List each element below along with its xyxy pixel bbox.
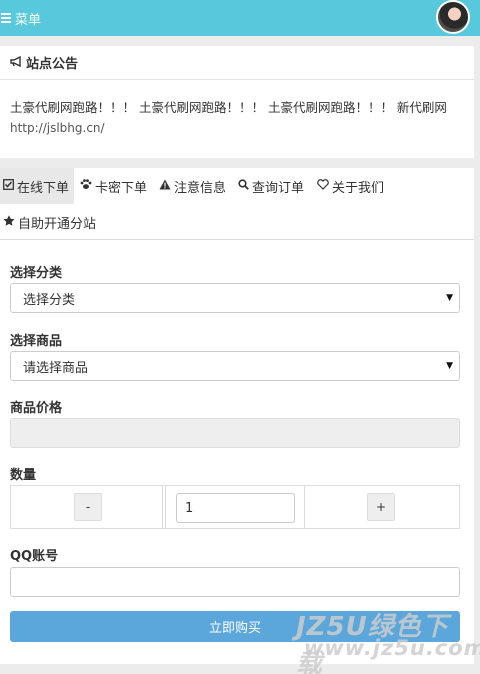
tab-bar: 在线下单 卡密下单 注意信息 查询订单 关于我们 自助开通分站 [0,168,474,240]
price-label: 商品价格 [10,401,63,416]
tab-label: 卡密下单 [95,180,148,196]
category-select[interactable]: 选择分类 ▼ [10,283,460,313]
tab-card-order[interactable]: 卡密下单 [80,168,147,204]
quantity-plus-button[interactable]: + [367,493,395,521]
qq-input[interactable] [10,567,460,597]
notice-text: 土豪代刷网跑路！！！ 土豪代刷网跑路！！！ 土豪代刷网跑路！！！ 新代刷网 [10,100,447,115]
megaphone-icon [10,55,23,70]
menu-button[interactable]: 菜单 [0,0,41,36]
category-label: 选择分类 [10,266,63,281]
quantity-plus-cell: + [306,486,459,528]
buy-now-button[interactable]: 立即购买 [10,611,460,642]
notice-panel: 站点公告 土豪代刷网跑路！！！ 土豪代刷网跑路！！！ 土豪代刷网跑路！！！ 新代… [0,46,474,158]
product-select-value: 请选择商品 [23,360,89,376]
quantity-minus-cell: - [11,486,163,528]
tab-notice-info[interactable]: 注意信息 [159,168,226,204]
heart-icon [317,179,329,193]
tab-label: 注意信息 [174,180,227,196]
tab-label: 在线下单 [17,180,70,196]
product-select[interactable]: 请选择商品 ▼ [10,351,460,381]
top-bar: 菜单 [0,0,480,36]
caret-down-icon: ▼ [446,293,453,303]
tab-about-us[interactable]: 关于我们 [317,168,384,204]
notice-header: 站点公告 [0,46,474,80]
notice-body: 土豪代刷网跑路！！！ 土豪代刷网跑路！！！ 土豪代刷网跑路！！！ 新代刷网 ht… [0,80,474,138]
notice-url[interactable]: http://jslbhg.cn/ [10,118,464,138]
price-field [10,418,460,448]
warning-icon [159,179,171,193]
quantity-label: 数量 [10,468,37,483]
paw-icon [80,179,92,193]
tab-label: 查询订单 [252,180,305,196]
star-icon [3,215,15,229]
tab-label: 关于我们 [332,180,385,196]
category-select-value: 选择分类 [23,292,76,308]
hamburger-icon [1,11,11,25]
notice-title: 站点公告 [26,57,79,72]
qq-label: QQ账号 [10,549,59,564]
tab-online-order[interactable]: 在线下单 [0,168,74,204]
tab-open-substation[interactable]: 自助开通分站 [3,204,96,240]
menu-label: 菜单 [15,12,42,28]
avatar[interactable] [436,0,470,34]
order-panel: 在线下单 卡密下单 注意信息 查询订单 关于我们 自助开通分站 选择分类 选择分… [0,168,474,664]
check-square-icon [3,179,14,193]
quantity-stepper: - 1 + [10,485,460,529]
quantity-minus-button[interactable]: - [74,493,102,521]
tab-query-order[interactable]: 查询订单 [238,168,304,204]
product-label: 选择商品 [10,334,63,349]
tab-label: 自助开通分站 [18,216,97,232]
search-icon [238,179,249,193]
caret-down-icon: ▼ [446,361,453,371]
quantity-input-cell: 1 [165,486,305,528]
quantity-input[interactable]: 1 [176,493,295,523]
